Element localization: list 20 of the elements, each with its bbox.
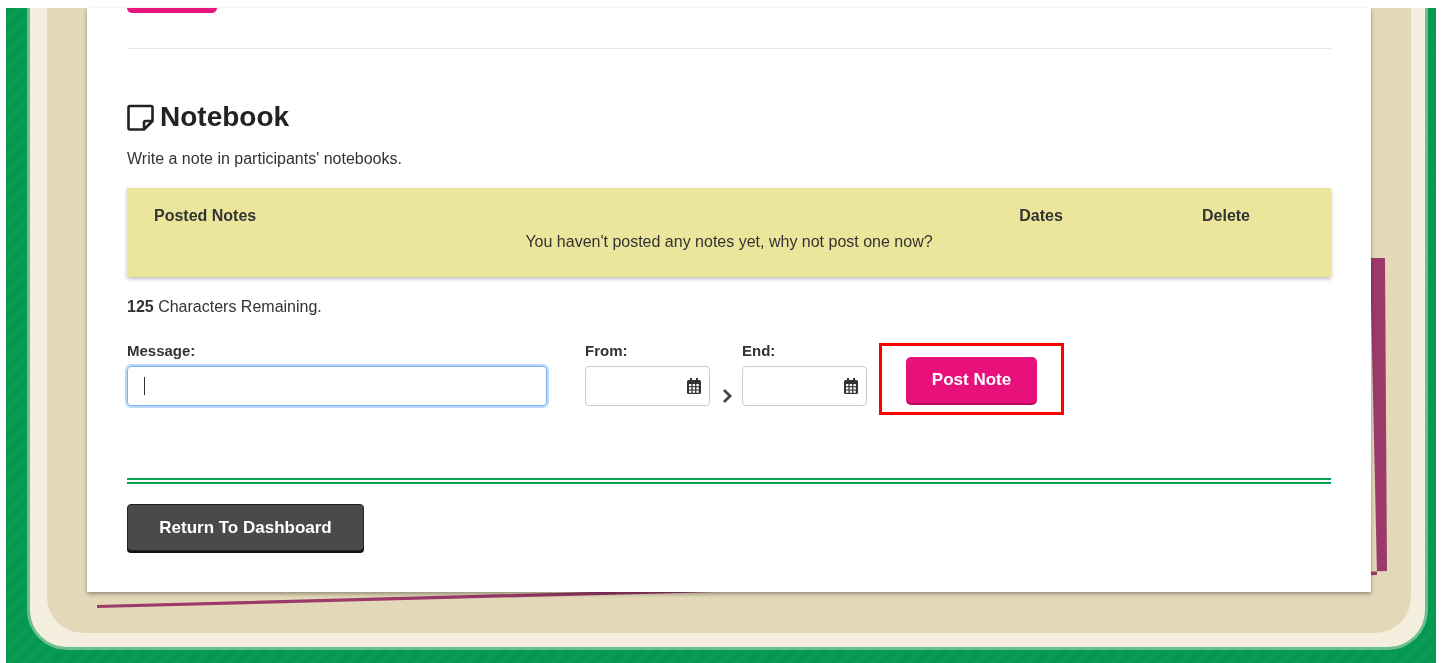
post-note-button[interactable]: Post Note [906,357,1037,403]
characters-remaining: 125 Characters Remaining. [127,298,323,316]
calendar-icon[interactable] [844,378,858,394]
field-label: End: [742,342,777,359]
field-label: Message: [127,342,197,359]
field-label: From: [585,342,629,359]
column-header: Posted Notes [154,207,258,225]
cropped-button[interactable] [127,8,217,13]
note-icon [127,103,154,131]
empty-message: You haven't posted any notes yet, why not post one now? [524,233,934,251]
return-button[interactable]: Return To Dashboard [127,504,364,551]
date-field[interactable] [742,366,867,406]
column-header: Delete [1201,207,1251,225]
message-field[interactable] [127,366,547,406]
chevron-right-icon [722,388,732,404]
section-title: Notebook [160,101,290,133]
column-header: Dates [1018,207,1064,225]
section-description: Write a note in participants' notebooks. [127,150,403,168]
date-field[interactable] [585,366,710,406]
calendar-icon[interactable] [687,378,701,394]
